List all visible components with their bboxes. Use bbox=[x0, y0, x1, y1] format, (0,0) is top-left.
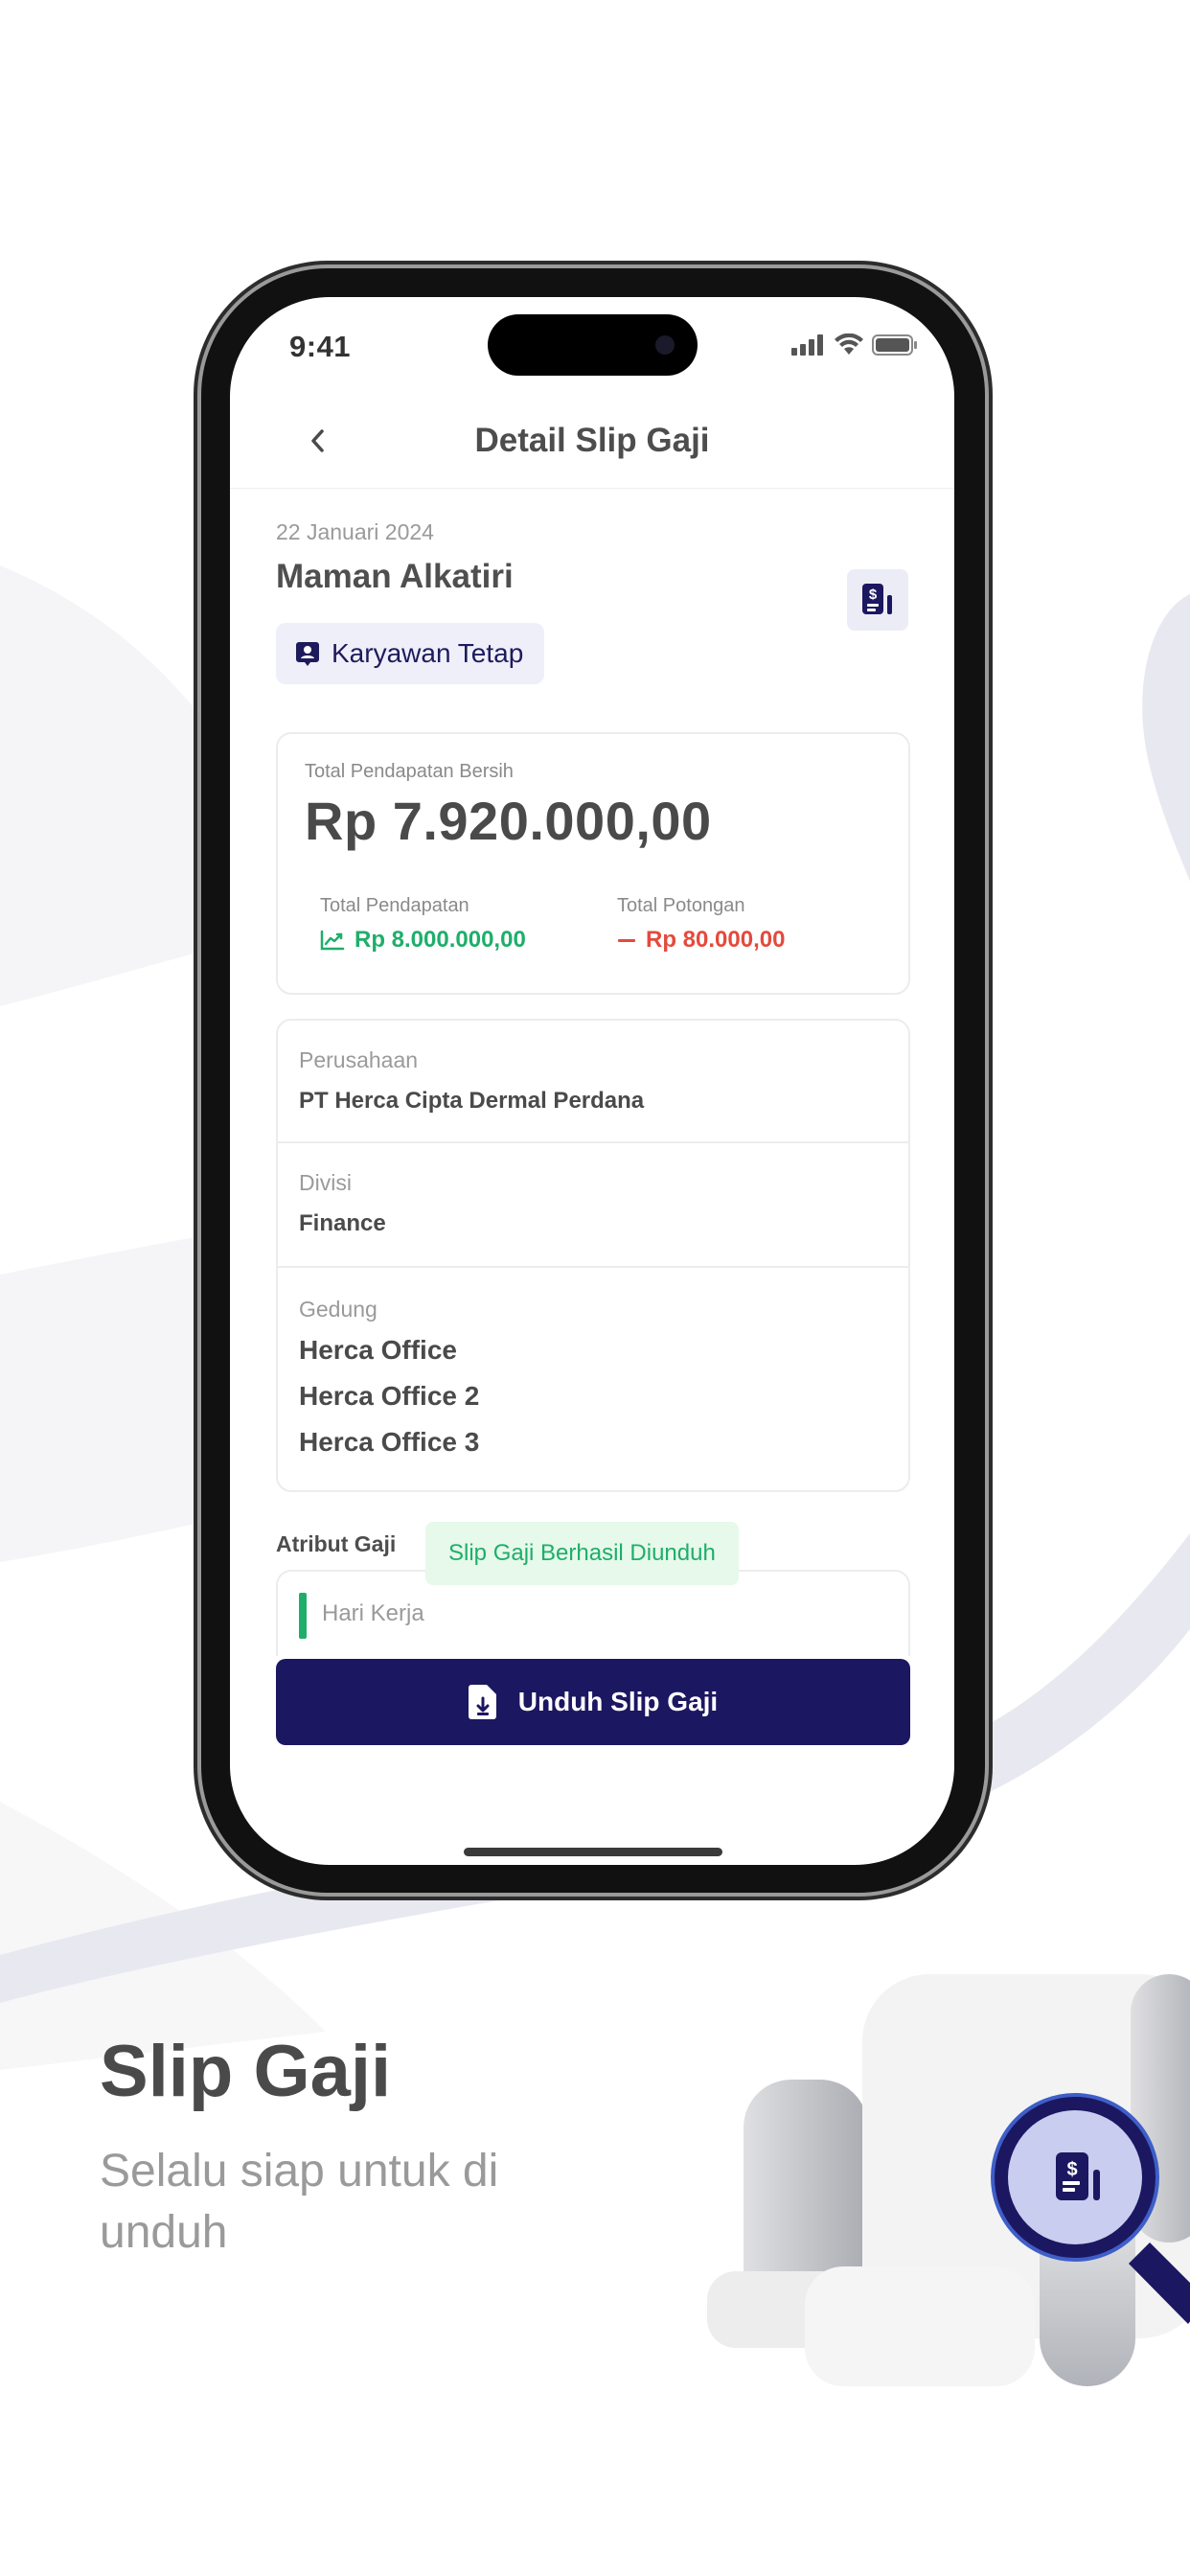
gross-income-value: Rp 8.000.000,00 bbox=[355, 927, 526, 953]
status-badge-label: Karyawan Tetap bbox=[332, 638, 524, 668]
salary-attributes-label: Atribut Gaji bbox=[276, 1531, 397, 1556]
attribute-item: Hari Kerja bbox=[322, 1600, 424, 1626]
status-badge: Karyawan Tetap bbox=[276, 623, 545, 684]
gross-income-label: Total Pendapatan bbox=[320, 895, 469, 916]
wifi-icon bbox=[835, 334, 863, 355]
camera-icon bbox=[655, 335, 675, 355]
employee-name: Maman Alkatiri bbox=[276, 558, 514, 595]
slip-date: 22 Januari 2024 bbox=[276, 519, 434, 544]
minus-icon bbox=[618, 939, 635, 942]
company-row: Perusahaan PT Herca Cipta Dermal Perdana bbox=[278, 1021, 908, 1143]
company-value: PT Herca Cipta Dermal Perdana bbox=[299, 1088, 645, 1114]
attribute-accent-bar bbox=[299, 1593, 307, 1639]
income-summary-card: Total Pendapatan Bersih Rp 7.920.000,00 … bbox=[276, 732, 910, 995]
success-toast: Slip Gaji Berhasil Diunduh bbox=[425, 1522, 739, 1585]
deduction-block: Total Potongan Rp 80.000,00 bbox=[602, 895, 785, 954]
slip-document-button[interactable]: $ bbox=[847, 569, 908, 631]
status-icons bbox=[791, 334, 918, 356]
page-title: Detail Slip Gaji bbox=[474, 422, 710, 459]
deduction-label: Total Potongan bbox=[617, 895, 745, 916]
download-slip-label: Unduh Slip Gaji bbox=[517, 1687, 719, 1716]
employment-info-card: Perusahaan PT Herca Cipta Dermal Perdana… bbox=[276, 1019, 910, 1492]
trend-up-icon bbox=[320, 930, 345, 951]
company-label: Perusahaan bbox=[299, 1047, 419, 1072]
division-row: Divisi Finance bbox=[278, 1143, 908, 1268]
dynamic-island bbox=[488, 314, 698, 376]
building-item: Herca Office 3 bbox=[299, 1427, 480, 1457]
header-bar: Detail Slip Gaji bbox=[230, 393, 954, 489]
home-indicator bbox=[464, 1848, 722, 1856]
net-income-value: Rp 7.920.000,00 bbox=[305, 791, 712, 851]
phone-screen: 9:41 Detail Slip Gaji 22 Januari 2024 Ma… bbox=[230, 297, 954, 1865]
status-time: 9:41 bbox=[289, 330, 352, 363]
signal-icon bbox=[791, 334, 823, 356]
building-label: Gedung bbox=[299, 1297, 378, 1322]
download-slip-button[interactable]: Unduh Slip Gaji bbox=[276, 1659, 910, 1745]
id-badge-icon bbox=[296, 642, 319, 666]
gross-income-block: Total Pendapatan Rp 8.000.000,00 bbox=[305, 895, 526, 954]
document-dollar-icon: $ bbox=[862, 584, 892, 614]
building-item: Herca Office bbox=[299, 1335, 457, 1365]
svg-text:$: $ bbox=[1066, 2159, 1077, 2180]
deduction-value: Rp 80.000,00 bbox=[646, 927, 786, 953]
battery-icon bbox=[872, 334, 917, 356]
building-item: Herca Office 2 bbox=[299, 1381, 480, 1411]
promo-subtitle: Selalu siap untuk di unduh bbox=[100, 2146, 499, 2258]
promo-title: Slip Gaji bbox=[100, 2031, 392, 2112]
building-row: Gedung Herca Office Herca Office 2 Herca… bbox=[278, 1268, 908, 1490]
file-download-icon bbox=[468, 1685, 496, 1719]
power-button bbox=[984, 748, 992, 920]
net-income-label: Total Pendapatan Bersih bbox=[305, 761, 514, 782]
svg-text:$: $ bbox=[869, 586, 878, 603]
division-label: Divisi bbox=[299, 1170, 352, 1195]
division-value: Finance bbox=[299, 1210, 386, 1236]
magnifier-slip-illustration: $ bbox=[707, 1974, 1190, 2386]
